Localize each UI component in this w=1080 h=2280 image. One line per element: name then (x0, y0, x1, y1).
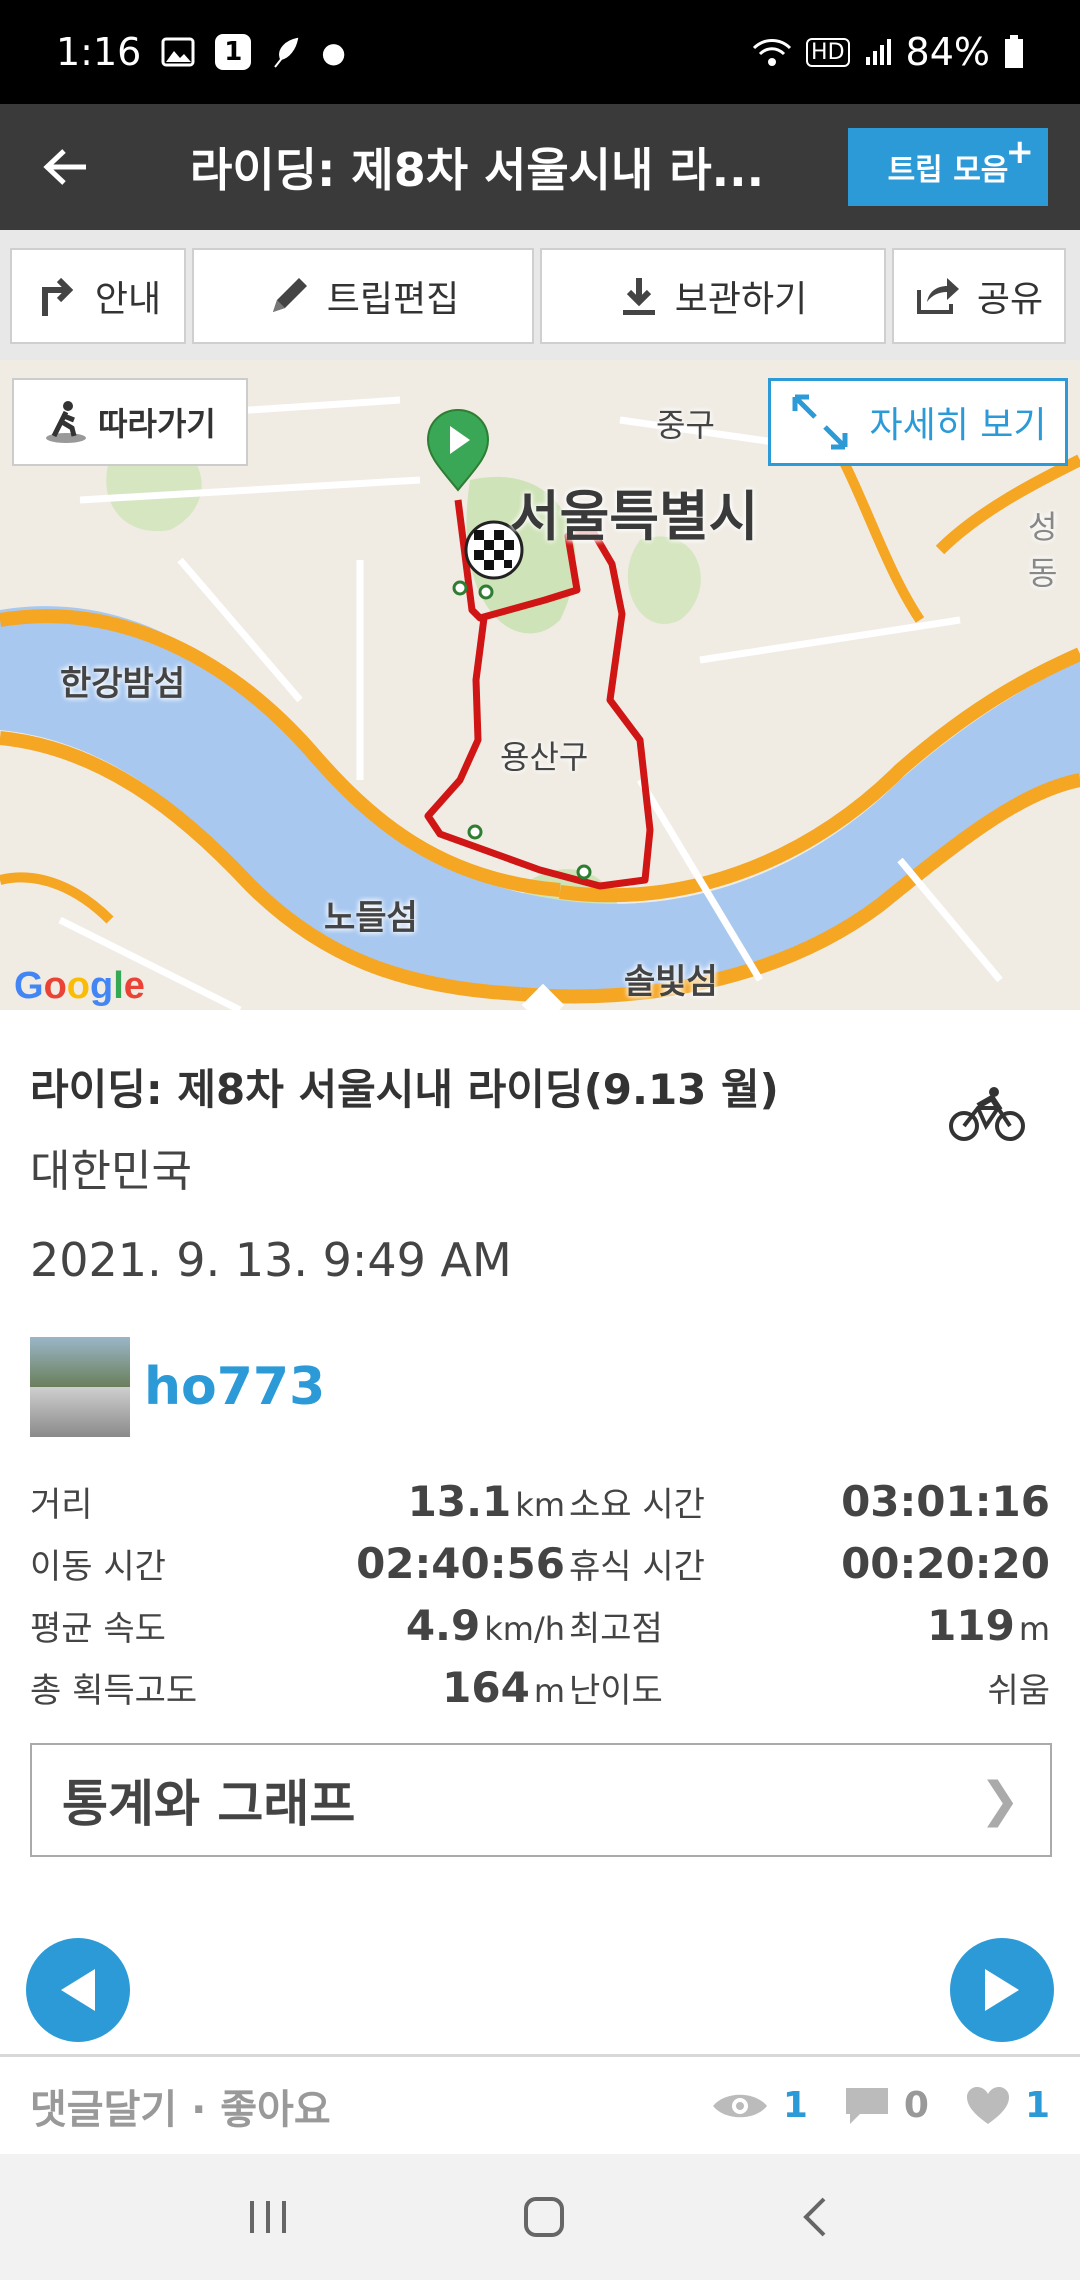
stat-row: 총 획득고도 164 m 난이도 쉬움 (30, 1663, 1050, 1725)
eye-icon (712, 2094, 767, 2117)
trip-country: 대한민국 (30, 1146, 192, 1197)
triangle-right-icon (985, 1969, 1019, 2011)
route-map[interactable]: 서울특별시 중구 한강밤섬 용산구 노들섬 솔빛섬 성동 따라가기 자세히 보기… (0, 360, 1080, 1010)
edit-trip-button[interactable]: 트립편집 (192, 248, 534, 344)
plus-icon: + (1005, 132, 1035, 172)
avg-speed-label: 평균 속도 (30, 1609, 166, 1649)
distance-label: 거리 (30, 1485, 93, 1525)
map-label-junggu: 중구 (656, 406, 715, 444)
difficulty-value: 쉬움 (987, 1671, 1050, 1711)
stats-graph-label: 통계와 그래프 (62, 1775, 356, 1833)
map-label-hangang-island: 한강밤섬 (60, 664, 186, 704)
system-back-icon[interactable] (796, 2193, 836, 2241)
hd-icon: HD (806, 37, 850, 67)
duration-label: 소요 시간 (569, 1485, 705, 1525)
stat-row: 이동 시간 02:40:56 휴식 시간 00:20:20 (30, 1539, 1050, 1601)
triangle-left-icon (61, 1969, 95, 2011)
trip-collection-button[interactable]: 트립 모음 + (848, 128, 1048, 206)
heart-icon (966, 2086, 1009, 2124)
rest-time-label: 휴식 시간 (569, 1547, 705, 1587)
difficulty-label: 난이도 (569, 1671, 663, 1711)
system-navigation-bar (0, 2154, 1080, 2280)
avg-speed-unit: km/h (484, 1610, 565, 1648)
home-icon[interactable] (520, 2193, 568, 2241)
pencil-icon (272, 278, 307, 312)
trip-title: 라이딩: 제8차 서울시내 라이딩(9.13 월) (30, 1065, 779, 1114)
share-icon (916, 278, 959, 314)
map-label-seongdong: 성동 (1028, 508, 1058, 592)
back-button[interactable] (0, 104, 130, 230)
battery-percent: 84% (905, 30, 990, 74)
elevation-gain-value: 164 (442, 1663, 530, 1712)
clock: 1:16 (56, 30, 142, 74)
view-count: 1 (782, 2085, 808, 2126)
save-button[interactable]: 보관하기 (540, 248, 886, 344)
trip-datetime: 2021. 9. 13. 9:49 AM (30, 1233, 512, 1287)
distance-unit: km (515, 1486, 565, 1524)
battery-icon (1004, 35, 1024, 69)
next-trip-button[interactable] (950, 1938, 1054, 2042)
moving-time-label: 이동 시간 (30, 1547, 166, 1587)
dot-icon: ● (321, 35, 346, 69)
turn-arrow-icon (41, 277, 74, 316)
max-elevation-value: 119 (927, 1601, 1015, 1650)
recent-apps-icon[interactable] (244, 2197, 292, 2237)
comment-icon (845, 2087, 888, 2124)
follow-label: 따라가기 (98, 405, 216, 443)
previous-trip-button[interactable] (26, 1938, 130, 2042)
save-label: 보관하기 (674, 279, 808, 320)
app-bar: 라이딩: 제8차 서울시내 라... 트립 모음 + (0, 104, 1080, 230)
expand-icon (792, 394, 848, 450)
view-detail-label: 자세히 보기 (869, 405, 1047, 446)
map-label-solbitseom: 솔빛섬 (624, 962, 718, 1002)
social-footer: 댓글달기 · 좋아요 1 0 1 (0, 2054, 1080, 2154)
action-toolbar: 안내 트립편집 보관하기 공유 (0, 230, 1080, 360)
status-bar: 1:16 1 ● HD 84% (0, 0, 1080, 104)
signal-icon (864, 37, 892, 67)
gallery-icon (161, 37, 195, 67)
moving-time-value: 02:40:56 (356, 1539, 565, 1588)
share-button[interactable]: 공유 (892, 248, 1066, 344)
max-elevation-unit: m (1018, 1610, 1050, 1648)
max-elevation-label: 최고점 (569, 1609, 663, 1649)
stat-row: 거리 13.1 km 소요 시간 03:01:16 (30, 1477, 1050, 1539)
view-detail-button[interactable]: 자세히 보기 (768, 378, 1068, 466)
avatar[interactable] (30, 1337, 130, 1437)
user-row[interactable]: ho773 (30, 1337, 1050, 1437)
map-label-nodeulseom: 노들섬 (324, 898, 418, 938)
like-count: 1 (1024, 2085, 1050, 2126)
page-title: 라이딩: 제8차 서울시내 라... (190, 143, 765, 197)
google-logo: Google (14, 965, 145, 1007)
stat-row: 평균 속도 4.9 km/h 최고점 119 m (30, 1601, 1050, 1663)
guide-label: 안내 (94, 279, 162, 320)
trip-info: 라이딩: 제8차 서울시내 라이딩(9.13 월) 대한민국 2021. 9. … (0, 1010, 1080, 1857)
walking-person-icon (46, 401, 87, 443)
feather-icon (271, 35, 301, 69)
rest-time-value: 00:20:20 (841, 1539, 1050, 1588)
stats-table: 거리 13.1 km 소요 시간 03:01:16 이동 시간 02:40:56 … (30, 1477, 1050, 1725)
elevation-gain-label: 총 획득고도 (30, 1671, 198, 1711)
elevation-gain-unit: m (533, 1672, 565, 1710)
guide-button[interactable]: 안내 (10, 248, 186, 344)
distance-value: 13.1 (407, 1477, 512, 1526)
username-link[interactable]: ho773 (144, 1357, 325, 1417)
share-label: 공유 (976, 279, 1044, 320)
download-icon (622, 278, 655, 315)
notification-badge: 1 (215, 34, 252, 70)
chevron-right-icon: ❯ (979, 1772, 1020, 1828)
trip-collection-label: 트립 모음 (887, 153, 1009, 188)
follow-button[interactable]: 따라가기 (12, 378, 248, 466)
avg-speed-value: 4.9 (405, 1601, 481, 1650)
duration-value: 03:01:16 (841, 1477, 1050, 1526)
stats-graph-button[interactable]: 통계와 그래프 ❯ (30, 1743, 1052, 1857)
bicycle-icon (948, 1086, 1028, 1146)
comment-like-link[interactable]: 댓글달기 · 좋아요 (30, 2077, 331, 2135)
arrow-left-icon (43, 149, 86, 185)
map-label-seoul: 서울특별시 (510, 485, 759, 548)
edit-trip-label: 트립편집 (326, 279, 460, 320)
wifi-icon (752, 36, 792, 68)
map-label-yongsan: 용산구 (500, 738, 589, 776)
comment-count: 0 (903, 2085, 929, 2126)
